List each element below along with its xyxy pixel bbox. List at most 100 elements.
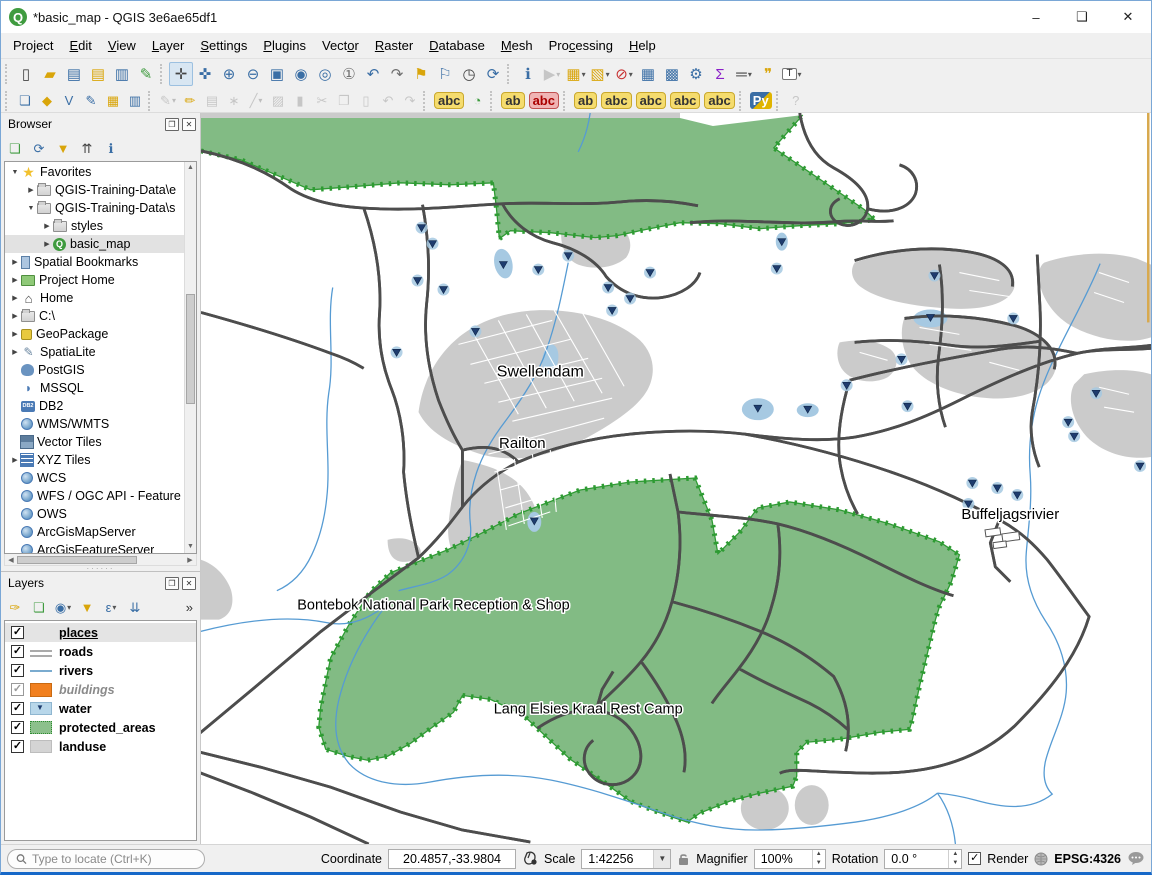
extents-toggle-icon[interactable] [522, 851, 538, 866]
select-by-expression-icon[interactable]: ▧▾ [588, 62, 612, 86]
layer-item[interactable]: ✓ landuse [5, 737, 196, 756]
toolbar-handle[interactable] [776, 91, 783, 111]
redo-icon[interactable]: ↷▾ [399, 90, 421, 111]
paste-features-icon[interactable]: ▯▾ [355, 90, 377, 111]
expander-icon[interactable]: ▶ [25, 186, 37, 194]
expander-icon[interactable]: ▶ [9, 276, 21, 284]
manage-map-themes-icon[interactable]: ◉▾ [52, 596, 74, 618]
browser-tree-item[interactable]: ▶ Home [5, 289, 184, 307]
spin-arrows-icon[interactable]: ▲▼ [812, 850, 825, 868]
map-tips-icon[interactable]: ❞▾ [756, 62, 780, 86]
refresh-icon[interactable]: ⟳▾ [481, 62, 505, 86]
new-project-icon[interactable]: ▯▾ [14, 62, 38, 86]
locator-box[interactable] [7, 849, 205, 869]
layer-item[interactable]: ✓ rivers [5, 661, 196, 680]
zoom-to-selection-icon[interactable]: ◉▾ [289, 62, 313, 86]
menu-item[interactable]: Plugins [255, 34, 314, 57]
close-button[interactable]: ✕ [1105, 1, 1151, 33]
rotate-label-icon[interactable]: abc▾ [668, 90, 702, 111]
new-temporary-scratch-layer-icon[interactable]: ▦▾ [102, 90, 124, 111]
new-spatialite-layer-icon[interactable]: ✎▾ [80, 90, 102, 111]
show-bookmarks-icon[interactable]: ⚐▾ [433, 62, 457, 86]
lock-scale-icon[interactable] [677, 852, 690, 866]
pan-map-icon[interactable]: ✛▾ [169, 62, 193, 86]
pan-to-selection-icon[interactable]: ✜▾ [193, 62, 217, 86]
expander-icon[interactable]: ▶ [9, 456, 21, 464]
current-edits-icon[interactable]: ✎▾ [157, 90, 179, 111]
toolbar-handle[interactable] [5, 64, 12, 84]
deselect-features-icon[interactable]: ⊘▾ [612, 62, 636, 86]
layer-visibility-checkbox[interactable]: ✓ [11, 645, 24, 658]
field-calculator-icon[interactable]: ▩▾ [660, 62, 684, 86]
copy-features-icon[interactable]: ❐▾ [333, 90, 355, 111]
cut-features-icon[interactable]: ✂▾ [311, 90, 333, 111]
toolbar-handle[interactable] [507, 64, 514, 84]
move-label-icon[interactable]: abc▾ [634, 90, 668, 111]
add-selected-layers-icon[interactable]: ❏▾ [4, 137, 26, 159]
text-annotation-icon[interactable]: T▾ [780, 62, 804, 86]
browser-vertical-scrollbar[interactable]: ▲ ▼ [184, 162, 196, 553]
add-feature-icon[interactable]: ∗▾ [223, 90, 245, 111]
new-geopackage-layer-icon[interactable]: ◆▾ [36, 90, 58, 111]
menu-item[interactable]: Layer [144, 34, 193, 57]
browser-tree-item[interactable]: WCS [5, 469, 184, 487]
combo-arrow-icon[interactable]: ▼ [653, 850, 670, 868]
open-attribute-table-icon[interactable]: ▦▾ [636, 62, 660, 86]
new-shapefile-layer-icon[interactable]: V▾ [58, 90, 80, 111]
browser-tree-item[interactable]: ▶ C:\ [5, 307, 184, 325]
menu-item[interactable]: Database [421, 34, 493, 57]
scrollbar-thumb[interactable] [186, 294, 195, 404]
run-feature-action-icon[interactable]: ▶▾ [540, 62, 564, 86]
toolbar-handle[interactable] [490, 91, 497, 111]
close-panel-icon[interactable]: ✕ [182, 118, 196, 131]
menu-item[interactable]: Project [5, 34, 61, 57]
browser-tree-item[interactable]: ▼ QGIS-Training-Data\s [5, 199, 184, 217]
expander-icon[interactable]: ▼ [9, 169, 21, 176]
float-panel-icon[interactable]: ❐ [165, 577, 179, 590]
scroll-up-icon[interactable]: ▲ [185, 162, 196, 174]
statistics-icon[interactable]: Σ▾ [708, 62, 732, 86]
expander-icon[interactable]: ▶ [9, 294, 21, 302]
toggle-editing-icon[interactable]: ✏▾ [179, 90, 201, 111]
toolbar-handle[interactable] [160, 64, 167, 84]
layer-visibility-checkbox[interactable]: ✓ [11, 740, 24, 753]
toolbar-handle[interactable] [563, 91, 570, 111]
menu-item[interactable]: Settings [192, 34, 255, 57]
render-checkbox[interactable]: ✓ [968, 852, 981, 865]
expander-icon[interactable]: ▶ [9, 312, 21, 320]
zoom-next-icon[interactable]: ↷▾ [385, 62, 409, 86]
layer-item[interactable]: ✓ places [5, 623, 196, 642]
zoom-in-icon[interactable]: ⊕▾ [217, 62, 241, 86]
undo-icon[interactable]: ↶▾ [377, 90, 399, 111]
map-canvas[interactable]: Swellendam Railton Buffeljagsrivier Bont… [201, 113, 1151, 844]
crs-globe-icon[interactable] [1034, 852, 1048, 866]
browser-tree-item[interactable]: ▶ basic_map [5, 235, 184, 253]
layer-item[interactable]: ✓ roads [5, 642, 196, 661]
menu-item[interactable]: Raster [367, 34, 421, 57]
toolbar-handle[interactable] [739, 91, 746, 111]
toolbar-overflow-icon[interactable]: » [186, 600, 197, 615]
show-hide-labels-icon[interactable]: abc▾ [599, 90, 633, 111]
layer-item[interactable]: ✓ buildings [5, 680, 196, 699]
add-group-icon[interactable]: ❏▾ [28, 596, 50, 618]
python-console-icon[interactable]: Py▾ [748, 90, 774, 111]
browser-tree-item[interactable]: ArcGisMapServer [5, 523, 184, 541]
browser-tree-item[interactable]: MSSQL [5, 379, 184, 397]
layer-visibility-checkbox[interactable]: ✓ [11, 683, 24, 696]
browser-tree-item[interactable]: ▶ Project Home [5, 271, 184, 289]
toolbar-handle[interactable] [423, 91, 430, 111]
menu-item[interactable]: Mesh [493, 34, 541, 57]
rotation-spinbox[interactable]: 0.0 ° ▲▼ [884, 849, 962, 869]
open-project-icon[interactable]: ▰▾ [38, 62, 62, 86]
layer-item[interactable]: ✓ protected_areas [5, 718, 196, 737]
browser-tree-item[interactable]: WFS / OGC API - Feature [5, 487, 184, 505]
float-panel-icon[interactable]: ❐ [165, 118, 179, 131]
magnifier-spinbox[interactable]: 100% ▲▼ [754, 849, 826, 869]
browser-tree-item[interactable]: ▶ GeoPackage [5, 325, 184, 343]
scroll-left-icon[interactable]: ◀ [5, 556, 17, 564]
expander-icon[interactable]: ▶ [41, 240, 53, 248]
new-print-layout-icon[interactable]: ▥▾ [110, 62, 134, 86]
toolbar-handle[interactable] [148, 91, 155, 111]
zoom-native-icon[interactable]: ①▾ [337, 62, 361, 86]
expander-icon[interactable]: ▶ [41, 222, 53, 230]
